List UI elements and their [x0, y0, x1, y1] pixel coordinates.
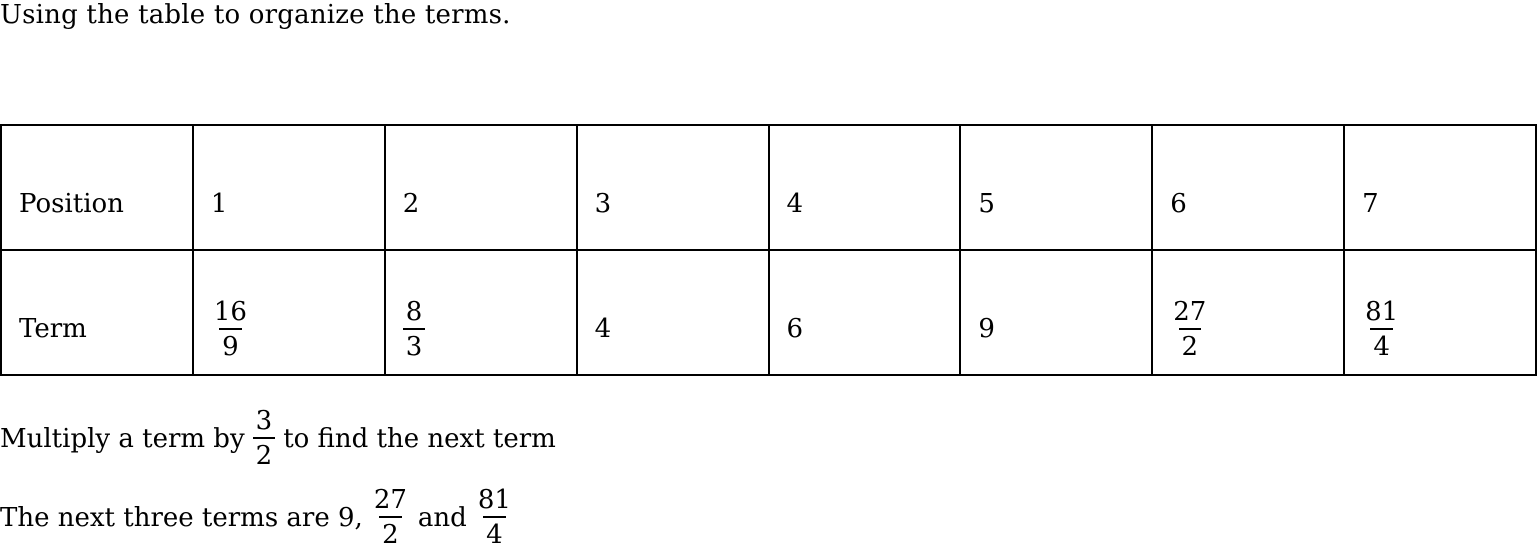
denominator: 2 — [252, 437, 276, 469]
numerator: 81 — [1365, 296, 1399, 327]
position-value: 4 — [786, 189, 804, 219]
position-value: 5 — [978, 189, 995, 219]
answer-fraction: 81 4 — [475, 487, 514, 548]
term-cell: 16 9 — [191, 249, 386, 376]
position-value: 1 — [210, 189, 228, 219]
term-cell: 4 — [575, 249, 770, 376]
term-row: Term 16 9 8 3 4 6 9 27 2 81 4 — [0, 249, 1537, 376]
denominator: 4 — [483, 516, 506, 548]
position-cell: 1 — [191, 124, 386, 251]
term-value: 6 — [786, 314, 804, 344]
term-cell: 8 3 — [383, 249, 578, 376]
numerator: 3 — [255, 406, 273, 436]
text: and — [417, 502, 467, 533]
rule-explanation: Multiply a term by 3 2 to find the next … — [0, 408, 556, 469]
term-value: 4 — [594, 314, 612, 344]
answer-fraction: 27 2 — [371, 487, 410, 548]
denominator: 2 — [379, 516, 402, 548]
numerator: 81 — [477, 485, 511, 515]
term-fraction: 16 9 — [211, 299, 250, 360]
term-cell: 81 4 — [1343, 249, 1537, 376]
sequence-table: Position 1 2 3 4 5 6 7 Term 16 9 8 3 4 6… — [0, 124, 1537, 376]
position-cell: 5 — [959, 124, 1154, 251]
term-cell: 27 2 — [1151, 249, 1346, 376]
position-value: 3 — [594, 189, 612, 219]
denominator: 2 — [1178, 327, 1202, 360]
position-value: 6 — [1170, 189, 1187, 219]
ratio-fraction: 3 2 — [252, 406, 276, 469]
text: Multiply a term by — [0, 423, 245, 454]
position-cell: 4 — [767, 124, 962, 251]
row-label: Position — [19, 189, 124, 219]
position-cell: 6 — [1151, 124, 1346, 251]
term-fraction: 27 2 — [1170, 299, 1209, 360]
position-cell: 7 — [1343, 124, 1537, 251]
row-label: Term — [19, 314, 87, 344]
term-fraction: 8 3 — [402, 296, 426, 360]
position-row: Position 1 2 3 4 5 6 7 — [0, 124, 1537, 251]
answer-statement: The next three terms are 9, 27 2 and 81 … — [0, 487, 522, 548]
denominator: 3 — [402, 327, 426, 360]
numerator: 8 — [405, 296, 423, 327]
term-fraction: 81 4 — [1362, 299, 1401, 360]
position-value: 7 — [1362, 189, 1379, 219]
denominator: 9 — [219, 327, 242, 360]
position-cell: 3 — [575, 124, 770, 251]
intro-text: Using the table to organize the terms. — [0, 0, 511, 30]
term-value: 9 — [978, 314, 995, 344]
numerator: 16 — [213, 296, 247, 327]
term-cell: 6 — [767, 249, 962, 376]
position-cell: 2 — [383, 124, 578, 251]
numerator: 27 — [1173, 296, 1207, 327]
text: to find the next term — [283, 423, 556, 454]
row-label-cell: Term — [0, 249, 194, 376]
row-label-cell: Position — [0, 124, 194, 251]
position-value: 2 — [402, 189, 420, 219]
term-cell: 9 — [959, 249, 1154, 376]
denominator: 4 — [1370, 327, 1393, 360]
text: The next three terms are 9, — [0, 502, 363, 533]
numerator: 27 — [373, 485, 407, 515]
